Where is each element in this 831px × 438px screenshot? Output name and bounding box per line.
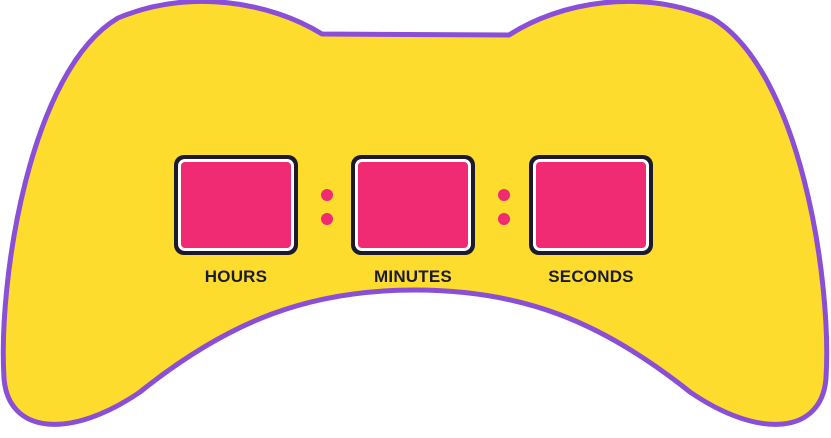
separator-dot [321,213,333,225]
separator-dot [321,189,333,201]
hours-display-frame [178,159,294,251]
seconds-display-frame [533,159,649,251]
separator-dot [498,213,510,225]
colon-separator [321,189,333,225]
minutes-display-face [358,162,468,248]
hours-label: HOURS [204,267,268,286]
minutes-display-box [351,155,475,255]
minutes-label: MINUTES [374,267,452,286]
separator-dot [498,189,510,201]
hours-display-box [174,155,298,255]
hours-display-face [181,162,291,248]
seconds-display-face [536,162,646,248]
seconds-label: SECONDS [548,267,634,286]
minutes-display-frame [355,159,471,251]
colon-separator [498,189,510,225]
seconds-display-box [529,155,653,255]
